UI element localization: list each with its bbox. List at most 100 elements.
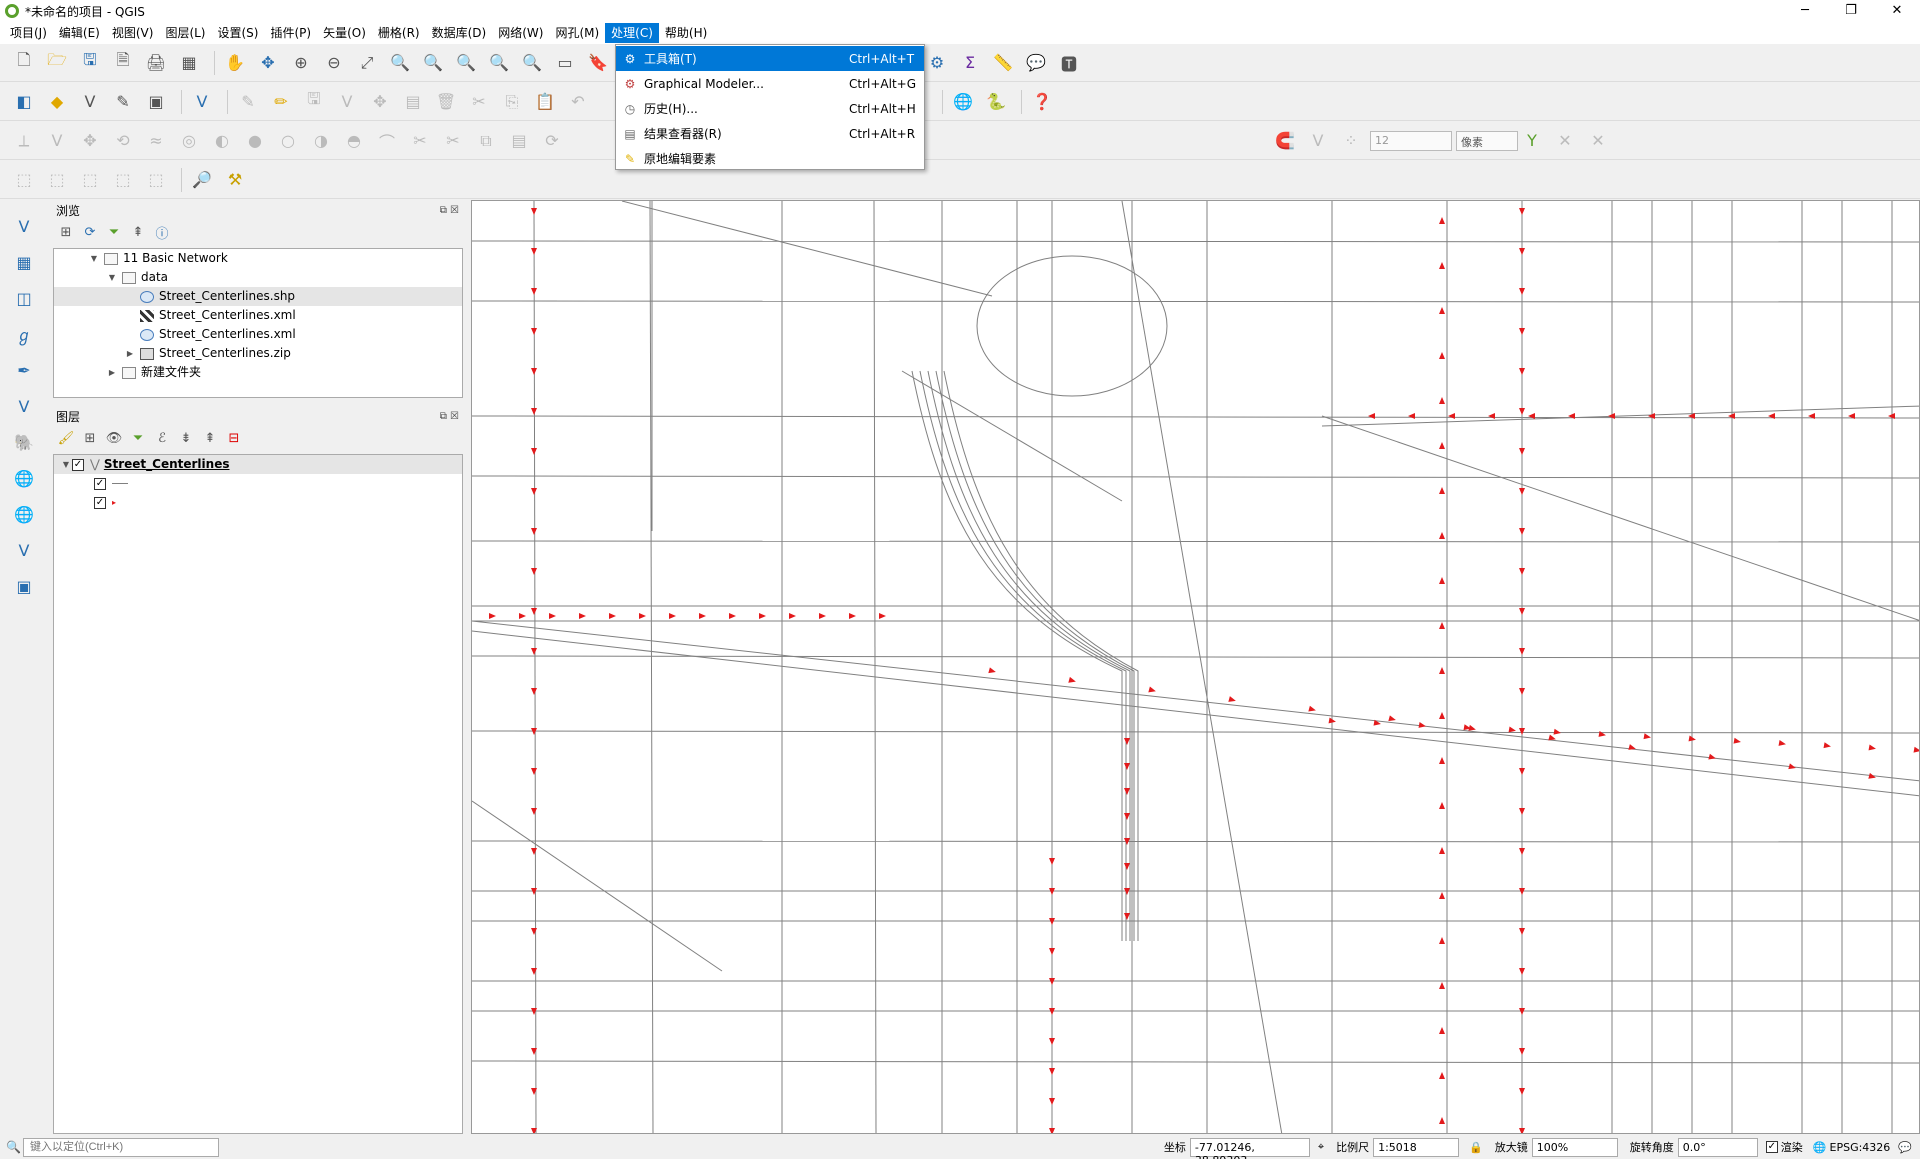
- crs-button[interactable]: EPSG:4326: [1830, 1141, 1891, 1154]
- add-vector-layer-icon[interactable]: V: [10, 212, 38, 240]
- add-group-icon[interactable]: ⊞: [80, 428, 100, 448]
- copy-icon[interactable]: ⎘: [498, 88, 526, 116]
- browser-item[interactable]: ▶ 新建文件夹: [54, 363, 462, 382]
- layer-row[interactable]: ▼ ✓ ⋁ Street_Centerlines: [54, 455, 462, 474]
- menu-item-10[interactable]: 网孔(M): [549, 23, 605, 43]
- processing-menu-item-3[interactable]: ▤ 结果查看器(R) Ctrl+Alt+R: [616, 121, 924, 146]
- add-vector-icon[interactable]: V: [188, 88, 216, 116]
- save-project-icon[interactable]: 🖫: [76, 49, 104, 77]
- layer-visibility-checkbox[interactable]: ✓: [72, 458, 84, 471]
- remove-layer-icon[interactable]: ⊟: [224, 428, 244, 448]
- delete-part-icon[interactable]: ◑: [307, 127, 335, 155]
- add-virtual-layer-icon[interactable]: ▣: [10, 572, 38, 600]
- delete-selected-icon[interactable]: 🗑: [432, 88, 460, 116]
- offset-curve-icon[interactable]: ⌒: [373, 127, 401, 155]
- menu-item-12[interactable]: 帮助(H): [659, 23, 713, 43]
- select-by-expression-icon[interactable]: ⬚: [43, 166, 71, 194]
- menu-item-6[interactable]: 矢量(O): [317, 23, 372, 43]
- collapse-all-icon[interactable]: ⇞: [128, 222, 148, 242]
- toggle-extents-icon[interactable]: ⌖: [1318, 1140, 1324, 1154]
- zoom-selection-icon[interactable]: 🔍: [386, 49, 414, 77]
- zoom-next-icon[interactable]: 🔍: [518, 49, 546, 77]
- menu-item-7[interactable]: 栅格(R): [372, 23, 426, 43]
- save-edits-icon[interactable]: 🖫: [300, 88, 328, 116]
- pan-icon[interactable]: ✋: [221, 49, 249, 77]
- filter-expression-icon[interactable]: ℰ: [152, 428, 172, 448]
- data-source-manager-icon[interactable]: ◧: [10, 88, 38, 116]
- python-icon[interactable]: 🐍: [982, 88, 1010, 116]
- browser-item[interactable]: Street_Centerlines.xml: [54, 325, 462, 344]
- add-circular-string-icon[interactable]: V: [43, 127, 71, 155]
- lock-scale-icon[interactable]: 🔒: [1469, 1141, 1483, 1154]
- current-edits-icon[interactable]: ✎: [234, 88, 262, 116]
- georeferencer-icon[interactable]: 🌐: [949, 88, 977, 116]
- add-spatialite-icon[interactable]: V: [10, 392, 38, 420]
- add-delimited-text-icon[interactable]: ℊ: [10, 320, 38, 348]
- snapping-magnet-icon[interactable]: 🧲: [1271, 127, 1299, 155]
- open-styling-icon[interactable]: 🖌: [56, 428, 76, 448]
- processing-menu-item-0[interactable]: ⚙ 工具箱(T) Ctrl+Alt+T: [616, 46, 924, 71]
- expand-caret-icon[interactable]: ▶: [124, 344, 136, 363]
- topological-editing-icon[interactable]: Y: [1518, 127, 1546, 155]
- cad-tools-icon[interactable]: ⟂: [10, 127, 38, 155]
- open-project-icon[interactable]: 🗁: [43, 49, 71, 77]
- snapping-unit-combo[interactable]: 像素: [1456, 130, 1518, 151]
- filter-legend-icon[interactable]: ⏷: [128, 428, 148, 448]
- reshape-icon[interactable]: ◓: [340, 127, 368, 155]
- help-icon[interactable]: ❓: [1028, 88, 1056, 116]
- new-map-view-icon[interactable]: ▭: [551, 49, 579, 77]
- add-mesh-layer-icon[interactable]: ◫: [10, 284, 38, 312]
- add-geopackage-icon[interactable]: ✒: [10, 356, 38, 384]
- menu-item-3[interactable]: 图层(L): [159, 23, 211, 43]
- filter-browser-icon[interactable]: ⏷: [104, 222, 124, 242]
- bookmark-icon[interactable]: 🔖: [584, 49, 612, 77]
- save-as-icon[interactable]: 🗎: [109, 49, 137, 77]
- crs-globe-icon[interactable]: 🌐: [1813, 1141, 1827, 1154]
- browser-item[interactable]: ▼ 11 Basic Network: [54, 249, 462, 268]
- close-button[interactable]: ✕: [1874, 0, 1920, 22]
- magnifier-spinbox[interactable]: 100%: [1531, 1137, 1618, 1157]
- menu-item-11[interactable]: 处理(C): [605, 23, 659, 43]
- field-calculator-icon[interactable]: Σ: [956, 49, 984, 77]
- processing-algorithm-icon[interactable]: ⚒: [221, 166, 249, 194]
- browser-item[interactable]: Street_Centerlines.xml: [54, 306, 462, 325]
- cut-icon[interactable]: ✂: [465, 88, 493, 116]
- split-features-icon[interactable]: ✂: [406, 127, 434, 155]
- maximize-button[interactable]: ❐: [1828, 0, 1874, 22]
- modify-attributes-icon[interactable]: ▤: [399, 88, 427, 116]
- render-checkbox[interactable]: ✓: [1765, 1141, 1778, 1153]
- menu-item-0[interactable]: 项目(J): [4, 23, 53, 43]
- processing-menu-item-4[interactable]: ✎ 原地编辑要素: [616, 146, 924, 171]
- add-wcs-icon[interactable]: V: [10, 536, 38, 564]
- legend-item-line[interactable]: ✓: [54, 474, 462, 493]
- legend-arrow-checkbox[interactable]: ✓: [94, 496, 106, 509]
- zoom-full-icon[interactable]: ⤢: [353, 49, 381, 77]
- select-features-icon[interactable]: ⬚: [10, 166, 38, 194]
- measure-icon[interactable]: 📏: [989, 49, 1017, 77]
- locator-search-icon[interactable]: 🔎: [188, 166, 216, 194]
- print-layout-icon[interactable]: 🖨: [142, 49, 170, 77]
- zoom-out-icon[interactable]: ⊖: [320, 49, 348, 77]
- properties-info-icon[interactable]: ⓘ: [152, 222, 172, 242]
- add-feature-icon[interactable]: V: [333, 88, 361, 116]
- new-project-icon[interactable]: 🗋: [10, 49, 38, 77]
- rotate-symbols-icon[interactable]: ⟳: [538, 127, 566, 155]
- undo-icon[interactable]: ↶: [564, 88, 592, 116]
- legend-item-arrow[interactable]: ✓ ▸: [54, 493, 462, 512]
- menu-item-2[interactable]: 视图(V): [106, 23, 160, 43]
- zoom-native-icon[interactable]: 🔍: [452, 49, 480, 77]
- expand-all-icon[interactable]: ⇟: [176, 428, 196, 448]
- map-canvas[interactable]: [471, 200, 1920, 1134]
- merge-features-icon[interactable]: ⧉: [472, 127, 500, 155]
- minimize-button[interactable]: ─: [1782, 0, 1828, 22]
- merge-attributes-icon[interactable]: ▤: [505, 127, 533, 155]
- deselect-icon[interactable]: ⬚: [76, 166, 104, 194]
- snapping-type-icon[interactable]: ⁘: [1337, 127, 1365, 155]
- zoom-layer-icon[interactable]: 🔍: [419, 49, 447, 77]
- add-wfs-icon[interactable]: 🌐: [10, 500, 38, 528]
- snapping-tolerance-spinbox[interactable]: 12: [1370, 130, 1452, 151]
- new-geopackage-icon[interactable]: ◆: [43, 88, 71, 116]
- legend-line-checkbox[interactable]: ✓: [94, 477, 106, 490]
- rotate-feature-icon[interactable]: ⟲: [109, 127, 137, 155]
- add-selected-layers-icon[interactable]: ⊞: [56, 222, 76, 242]
